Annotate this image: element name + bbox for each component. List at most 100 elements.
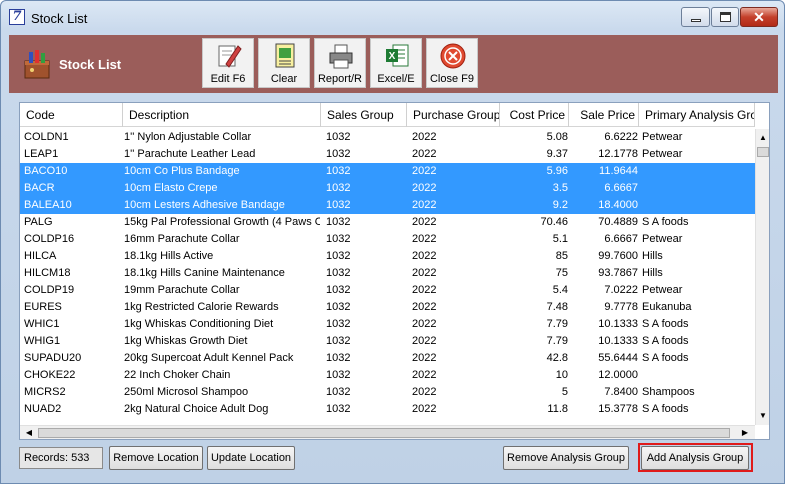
- cell-sales-group: 1032: [326, 386, 351, 398]
- edit-button[interactable]: Edit F6: [202, 38, 254, 88]
- cell-description: 10cm Lesters Adhesive Bandage: [124, 199, 285, 211]
- scroll-right-icon[interactable]: ▶: [738, 426, 752, 439]
- cell-cost-price: 5.1: [552, 233, 568, 245]
- scroll-up-icon[interactable]: ▲: [756, 131, 769, 145]
- table-row[interactable]: WHIG1 1kg Whiskas Growth Diet 1032 2022 7.79…: [20, 333, 755, 350]
- svg-text:X: X: [389, 51, 396, 62]
- cell-description: 10cm Co Plus Bandage: [124, 165, 240, 177]
- cell-cost-price: 5: [561, 386, 568, 398]
- column-header-purchase-group[interactable]: Purchase Group: [407, 103, 500, 127]
- table-row[interactable]: HILCM18 18.1kg Hills Canine Maintenance 10…: [20, 265, 755, 282]
- cell-description: 1kg Restricted Calorie Rewards: [124, 301, 279, 313]
- table-row[interactable]: NUAD2 2kg Natural Choice Adult Dog 1032 202…: [20, 401, 755, 418]
- cell-purchase-group: 2022: [412, 318, 437, 330]
- table-row[interactable]: HILCA 18.1kg Hills Active 1032 2022 85 99.760…: [20, 248, 755, 265]
- table-row[interactable]: BACR 10cm Elasto Crepe 1032 2022 3.5 6.6667: [20, 180, 755, 197]
- cell-purchase-group: 2022: [412, 284, 437, 296]
- cell-code: HILCA: [24, 250, 57, 262]
- cell-description: 1'' Parachute Leather Lead: [124, 148, 256, 160]
- horizontal-scrollbar[interactable]: ◀ ▶: [20, 425, 755, 439]
- cell-primary-analysis-group: Petwear: [642, 233, 683, 245]
- close-label: Close F9: [429, 73, 475, 85]
- cell-cost-price: 7.79: [546, 318, 568, 330]
- vertical-scrollbar[interactable]: ▲ ▼: [755, 129, 769, 425]
- table-row[interactable]: WHIC1 1kg Whiskas Conditioning Diet 1032 20…: [20, 316, 755, 333]
- cell-sale-price: 11.9644: [599, 165, 638, 177]
- cell-purchase-group: 2022: [412, 386, 437, 398]
- remove-analysis-group-button[interactable]: Remove Analysis Group: [503, 446, 629, 470]
- cell-code: COLDN1: [24, 131, 69, 143]
- cell-purchase-group: 2022: [412, 267, 437, 279]
- cell-code: BALEA10: [24, 199, 72, 211]
- table-row[interactable]: PALG 15kg Pal Professional Growth (4 Paws…: [20, 214, 755, 231]
- table-row[interactable]: LEAP1 1'' Parachute Leather Lead 1032 2022 9…: [20, 146, 755, 163]
- table-row[interactable]: COLDP16 16mm Parachute Collar 1032 2022 5.1 6…: [20, 231, 755, 248]
- cell-primary-analysis-group: [642, 163, 754, 180]
- column-header-sales-group[interactable]: Sales Group: [321, 103, 407, 127]
- close-icon: ✕: [753, 9, 765, 25]
- cell-purchase-group: 2022: [412, 352, 437, 364]
- scroll-left-icon[interactable]: ◀: [22, 426, 36, 439]
- close-button[interactable]: Close F9: [426, 38, 478, 88]
- cell-cost-price: 9.2: [552, 199, 568, 211]
- cell-sales-group: 1032: [326, 267, 351, 279]
- table-row[interactable]: COLDP19 19mm Parachute Collar 1032 2022 5.4 7…: [20, 282, 755, 299]
- table-row[interactable]: COLDN1 1'' Nylon Adjustable Collar 1032 202…: [20, 129, 755, 146]
- excel-button[interactable]: X Excel/E: [370, 38, 422, 88]
- column-header-description[interactable]: Description: [123, 103, 321, 127]
- cell-sale-price: 7.8400: [604, 386, 638, 398]
- remove-location-button[interactable]: Remove Location: [109, 446, 203, 470]
- cell-cost-price: 3.5: [552, 182, 568, 194]
- column-header-cost-price[interactable]: Cost Price: [500, 103, 569, 127]
- page-title: Stock List: [59, 57, 122, 72]
- vertical-scroll-thumb[interactable]: [757, 147, 769, 157]
- horizontal-scroll-thumb[interactable]: [38, 428, 730, 438]
- cell-sale-price: 6.6667: [604, 182, 638, 194]
- table-row[interactable]: CHOKE22 22 Inch Choker Chain 1032 2022 10 12.…: [20, 367, 755, 384]
- title-bar[interactable]: 7 Stock List ✕: [1, 1, 784, 35]
- cell-description: 15kg Pal Professional Growth (4 Paws Or: [124, 216, 320, 228]
- cell-cost-price: 10: [555, 369, 568, 381]
- report-button[interactable]: Report/R: [314, 38, 366, 88]
- cell-purchase-group: 2022: [412, 301, 437, 313]
- stock-list-window: 7 Stock List ✕ Stock List Edit F6 Clear …: [0, 0, 785, 484]
- cell-primary-analysis-group: Hills: [642, 267, 663, 279]
- table-row[interactable]: SUPADU20 20kg Supercoat Adult Kennel Pack…: [20, 350, 755, 367]
- column-header-sale-price[interactable]: Sale Price: [569, 103, 639, 127]
- cell-cost-price: 9.37: [546, 148, 568, 160]
- column-header-primary-analysis-group[interactable]: Primary Analysis Group: [639, 103, 755, 127]
- cell-sales-group: 1032: [326, 182, 351, 194]
- cell-primary-analysis-group: Eukanuba: [642, 301, 692, 313]
- stock-grid[interactable]: Code Description Sales Group Purchase Gr…: [19, 102, 770, 440]
- cell-sales-group: 1032: [326, 301, 351, 313]
- cell-purchase-group: 2022: [412, 233, 437, 245]
- cell-cost-price: 5.08: [546, 131, 568, 143]
- table-row[interactable]: BALEA10 10cm Lesters Adhesive Bandage 1032…: [20, 197, 755, 214]
- update-location-button[interactable]: Update Location: [207, 446, 295, 470]
- close-window-button[interactable]: ✕: [740, 7, 778, 27]
- report-label: Report/R: [317, 73, 363, 85]
- table-row[interactable]: BACO10 10cm Co Plus Bandage 1032 2022 5.96 11…: [20, 163, 755, 180]
- clear-label: Clear: [270, 73, 298, 85]
- cell-sales-group: 1032: [326, 318, 351, 330]
- scroll-down-icon[interactable]: ▼: [756, 409, 769, 423]
- maximize-button[interactable]: [711, 7, 739, 27]
- cell-sales-group: 1032: [326, 369, 351, 381]
- cell-purchase-group: 2022: [412, 335, 437, 347]
- clear-button[interactable]: Clear: [258, 38, 310, 88]
- table-row[interactable]: EURES 1kg Restricted Calorie Rewards 1032 2…: [20, 299, 755, 316]
- cell-description: 18.1kg Hills Canine Maintenance: [124, 267, 285, 279]
- column-header-code[interactable]: Code: [20, 103, 123, 127]
- cell-sale-price: 7.0222: [604, 284, 638, 296]
- add-analysis-group-button[interactable]: Add Analysis Group: [641, 446, 749, 470]
- table-row[interactable]: MICRS2 250ml Microsol Shampoo 1032 2022 5 7.8…: [20, 384, 755, 401]
- cell-purchase-group: 2022: [412, 250, 437, 262]
- cell-sale-price: 55.6444: [598, 352, 638, 364]
- cell-sales-group: 1032: [326, 403, 351, 415]
- cell-sales-group: 1032: [326, 148, 351, 160]
- cell-primary-analysis-group: Shampoos: [642, 386, 695, 398]
- minimize-button[interactable]: [681, 7, 710, 27]
- cell-code: NUAD2: [24, 403, 62, 415]
- cell-description: 19mm Parachute Collar: [124, 284, 240, 296]
- cell-cost-price: 85: [555, 250, 568, 262]
